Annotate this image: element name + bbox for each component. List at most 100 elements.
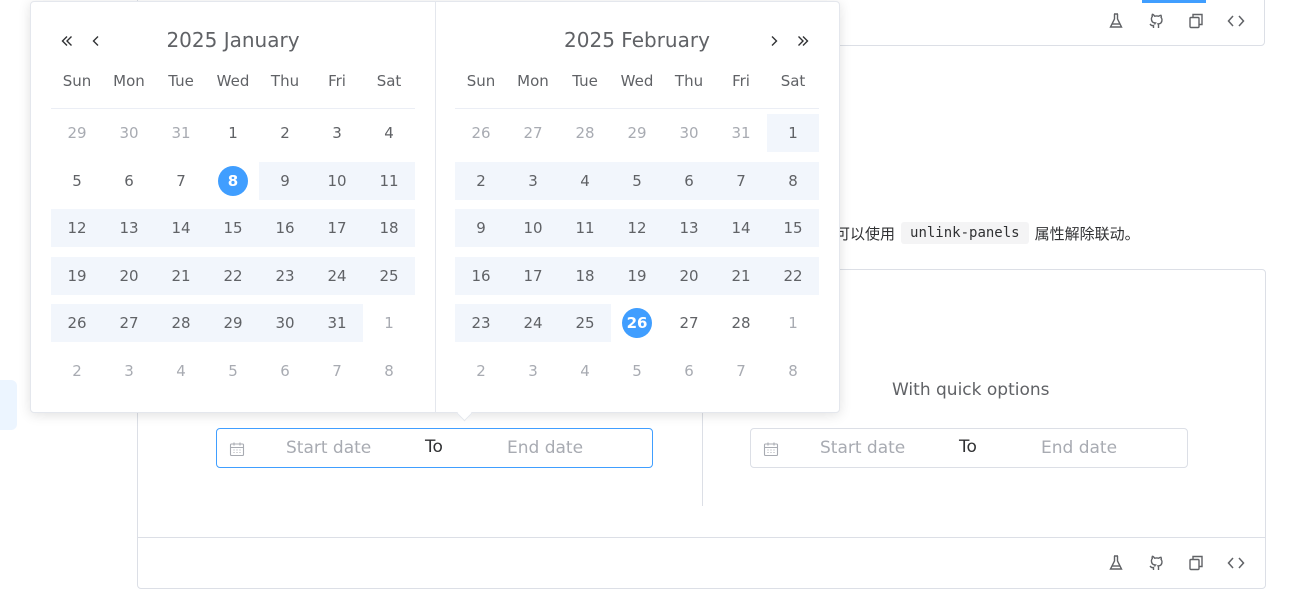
day-cell[interactable]: 28 xyxy=(155,304,207,342)
other-month-day-cell[interactable]: 30 xyxy=(103,114,155,152)
day-cell[interactable]: 14 xyxy=(715,209,767,247)
selected-day-cell[interactable]: 26 xyxy=(611,304,663,342)
day-cell[interactable]: 20 xyxy=(103,256,155,295)
day-cell[interactable]: 27 xyxy=(663,304,715,342)
day-cell[interactable]: 1 xyxy=(207,114,259,152)
day-cell[interactable]: 4 xyxy=(363,114,415,152)
other-month-day-cell[interactable]: 4 xyxy=(559,352,611,390)
day-cell[interactable]: 3 xyxy=(507,161,559,200)
day-cell[interactable]: 3 xyxy=(311,114,363,152)
start-date-input[interactable]: Start date xyxy=(286,438,371,458)
day-cell[interactable]: 12 xyxy=(51,209,103,247)
other-month-day-cell[interactable]: 6 xyxy=(663,352,715,390)
day-cell[interactable]: 11 xyxy=(363,161,415,200)
day-cell[interactable]: 13 xyxy=(663,209,715,247)
github-icon[interactable] xyxy=(1147,554,1165,572)
other-month-day-cell[interactable]: 7 xyxy=(311,352,363,390)
day-cell[interactable]: 29 xyxy=(207,304,259,342)
day-cell[interactable]: 28 xyxy=(715,304,767,342)
day-cell[interactable]: 26 xyxy=(51,304,103,342)
other-month-day-cell[interactable]: 26 xyxy=(455,114,507,152)
other-month-day-cell[interactable]: 28 xyxy=(559,114,611,152)
end-date-input[interactable]: End date xyxy=(507,438,583,458)
day-cell[interactable]: 30 xyxy=(259,304,311,342)
other-month-day-cell[interactable]: 5 xyxy=(207,352,259,390)
start-date-input[interactable]: Start date xyxy=(820,438,905,458)
date-range-picker-default[interactable]: Start date To End date xyxy=(216,428,653,468)
day-cell[interactable]: 9 xyxy=(455,209,507,247)
day-cell[interactable]: 10 xyxy=(507,209,559,247)
day-cell[interactable]: 25 xyxy=(363,256,415,295)
day-cell[interactable]: 23 xyxy=(259,256,311,295)
day-cell[interactable]: 17 xyxy=(507,256,559,295)
code-icon[interactable] xyxy=(1227,554,1245,572)
end-date-input[interactable]: End date xyxy=(1041,438,1117,458)
day-cell[interactable]: 4 xyxy=(559,161,611,200)
day-cell[interactable]: 22 xyxy=(767,256,819,295)
day-cell[interactable]: 12 xyxy=(611,209,663,247)
day-cell[interactable]: 10 xyxy=(311,161,363,200)
day-cell[interactable]: 6 xyxy=(663,161,715,200)
other-month-day-cell[interactable]: 27 xyxy=(507,114,559,152)
day-cell[interactable]: 15 xyxy=(767,209,819,247)
other-month-day-cell[interactable]: 8 xyxy=(363,352,415,390)
other-month-day-cell[interactable]: 6 xyxy=(259,352,311,390)
day-cell[interactable]: 9 xyxy=(259,161,311,200)
other-month-day-cell[interactable]: 1 xyxy=(363,304,415,342)
day-cell[interactable]: 14 xyxy=(155,209,207,247)
day-cell[interactable]: 18 xyxy=(363,209,415,247)
day-cell[interactable]: 1 xyxy=(767,114,819,152)
next-month-button[interactable] xyxy=(765,32,783,50)
day-cell[interactable]: 19 xyxy=(51,256,103,295)
code-icon[interactable] xyxy=(1227,12,1245,30)
next-year-button[interactable] xyxy=(794,32,812,50)
day-cell[interactable]: 27 xyxy=(103,304,155,342)
day-cell[interactable]: 16 xyxy=(455,256,507,295)
day-cell[interactable]: 15 xyxy=(207,209,259,247)
selected-day-cell[interactable]: 8 xyxy=(207,162,259,200)
day-cell[interactable]: 2 xyxy=(455,161,507,200)
other-month-day-cell[interactable]: 1 xyxy=(767,304,819,342)
other-month-day-cell[interactable]: 4 xyxy=(155,352,207,390)
day-cell[interactable]: 8 xyxy=(767,161,819,200)
other-month-day-cell[interactable]: 8 xyxy=(767,352,819,390)
day-cell[interactable]: 24 xyxy=(311,256,363,295)
day-cell[interactable]: 7 xyxy=(155,162,207,200)
other-month-day-cell[interactable]: 3 xyxy=(103,352,155,390)
day-cell[interactable]: 20 xyxy=(663,256,715,295)
other-month-day-cell[interactable]: 2 xyxy=(51,352,103,390)
day-cell[interactable]: 22 xyxy=(207,256,259,295)
other-month-day-cell[interactable]: 2 xyxy=(455,352,507,390)
day-cell[interactable]: 2 xyxy=(259,114,311,152)
other-month-day-cell[interactable]: 5 xyxy=(611,352,663,390)
day-cell[interactable]: 11 xyxy=(559,209,611,247)
day-cell[interactable]: 25 xyxy=(559,304,611,342)
date-range-picker-quick-options[interactable]: Start date To End date xyxy=(750,428,1188,468)
day-cell[interactable]: 21 xyxy=(715,256,767,295)
day-cell[interactable]: 31 xyxy=(311,304,363,342)
day-cell[interactable]: 5 xyxy=(51,162,103,200)
other-month-day-cell[interactable]: 3 xyxy=(507,352,559,390)
day-cell[interactable]: 7 xyxy=(715,161,767,200)
day-cell[interactable]: 13 xyxy=(103,209,155,247)
day-cell[interactable]: 17 xyxy=(311,209,363,247)
other-month-day-cell[interactable]: 29 xyxy=(611,114,663,152)
other-month-day-cell[interactable]: 31 xyxy=(715,114,767,152)
day-cell[interactable]: 21 xyxy=(155,256,207,295)
flask-icon[interactable] xyxy=(1107,12,1125,30)
day-cell[interactable]: 5 xyxy=(611,161,663,200)
github-icon[interactable] xyxy=(1147,12,1165,30)
day-cell[interactable]: 24 xyxy=(507,304,559,342)
other-month-day-cell[interactable]: 31 xyxy=(155,114,207,152)
copy-icon[interactable] xyxy=(1187,554,1205,572)
other-month-day-cell[interactable]: 29 xyxy=(51,114,103,152)
day-cell[interactable]: 6 xyxy=(103,162,155,200)
day-cell[interactable]: 18 xyxy=(559,256,611,295)
day-cell[interactable]: 23 xyxy=(455,304,507,342)
flask-icon[interactable] xyxy=(1107,554,1125,572)
other-month-day-cell[interactable]: 7 xyxy=(715,352,767,390)
day-cell[interactable]: 16 xyxy=(259,209,311,247)
day-cell[interactable]: 19 xyxy=(611,256,663,295)
other-month-day-cell[interactable]: 30 xyxy=(663,114,715,152)
copy-icon[interactable] xyxy=(1187,12,1205,30)
